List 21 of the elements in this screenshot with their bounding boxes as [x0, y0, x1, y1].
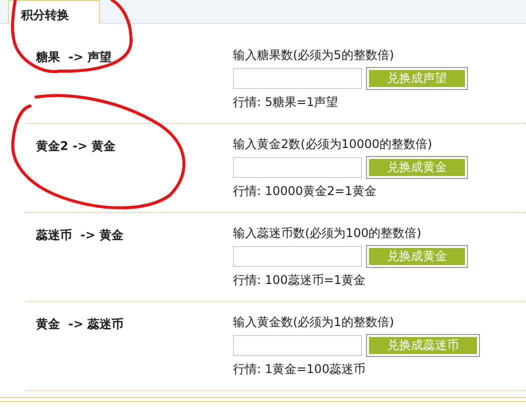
- amount-input[interactable]: [233, 68, 362, 89]
- input-prompt: 输入黄金数(必须为1的整数倍): [233, 315, 395, 330]
- exchange-label: 黄金 -> 蕊迷币: [36, 317, 124, 331]
- exchange-rate: 行情: 10000黄金2=1黄金: [233, 184, 378, 199]
- exchange-label: 蕊迷币 -> 黄金: [36, 228, 124, 242]
- exchange-rate: 行情: 100蕊迷币=1黄金: [233, 273, 366, 288]
- input-prompt: 输入蕊迷币数(必须为100的整数倍): [233, 226, 422, 241]
- amount-input[interactable]: [233, 157, 362, 178]
- input-prompt: 输入黄金2数(必须为10000的整数倍): [233, 137, 434, 152]
- exchange-label: 黄金2 -> 黄金: [36, 139, 116, 153]
- amount-input[interactable]: [233, 335, 362, 356]
- exchange-button[interactable]: 兑换成声望: [367, 68, 467, 89]
- input-prompt: 输入糖果数(必须为5的整数倍): [233, 48, 395, 63]
- tab[interactable]: 积分转换: [8, 0, 100, 24]
- amount-input[interactable]: [233, 246, 362, 267]
- exchange-rate: 行情: 1黄金=100蕊迷币: [233, 362, 366, 377]
- exchange-rate: 行情: 5糖果=1声望: [233, 95, 340, 110]
- exchange-button[interactable]: 兑换成蕊迷币: [367, 335, 479, 356]
- exchange-button[interactable]: 兑换成黄金: [367, 157, 467, 178]
- exchange-button[interactable]: 兑换成黄金: [367, 246, 467, 267]
- exchange-label: 糖果 -> 声望: [36, 50, 112, 64]
